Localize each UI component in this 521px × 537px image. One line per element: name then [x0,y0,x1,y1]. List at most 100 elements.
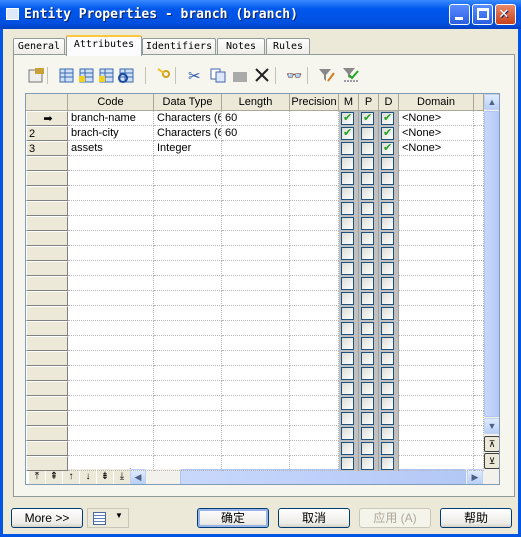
help-button[interactable]: 帮助 [440,508,512,528]
scroll-top-button[interactable]: ⊼ [484,436,499,452]
checkbox-m[interactable] [341,217,354,230]
cell-code[interactable]: brach-city [68,126,154,141]
row-indicator[interactable] [26,186,68,201]
checkbox-d[interactable] [381,457,394,470]
table-row[interactable] [26,201,484,216]
checkbox-m[interactable] [341,322,354,335]
table-row[interactable] [26,186,484,201]
table-row[interactable]: 3assetsInteger <None> [26,141,484,156]
cell-domain[interactable] [399,156,474,171]
table-row[interactable] [26,321,484,336]
cell-length[interactable] [222,141,290,156]
maximize-button[interactable] [472,4,493,25]
cell-precision[interactable] [290,291,339,306]
row-indicator[interactable]: 2 [26,126,68,141]
scroll-bottom-button[interactable]: ⊻ [484,453,499,469]
cell-data-type[interactable] [154,336,222,351]
cell-precision[interactable] [290,411,339,426]
cell-data-type[interactable] [154,261,222,276]
checkbox-p[interactable] [361,172,374,185]
cell-data-type[interactable] [154,156,222,171]
cell-domain[interactable] [399,216,474,231]
checkbox-d[interactable] [381,157,394,170]
checkbox-d[interactable] [381,307,394,320]
checkbox-p[interactable] [361,412,374,425]
insert-row-icon[interactable] [57,66,75,84]
checkbox-p[interactable] [361,111,374,125]
checkbox-d[interactable] [381,427,394,440]
checkbox-m[interactable] [341,352,354,365]
cell-precision[interactable] [290,111,339,126]
row-indicator[interactable] [26,171,68,186]
checkbox-p[interactable] [361,157,374,170]
checkbox-p[interactable] [361,187,374,200]
checkbox-m[interactable] [341,172,354,185]
cell-length[interactable] [222,426,290,441]
checkbox-d[interactable] [381,187,394,200]
cell-length[interactable] [222,276,290,291]
cell-code[interactable]: assets [68,141,154,156]
cell-code[interactable] [68,306,154,321]
find-icon[interactable]: 👓 [285,66,303,84]
checkbox-p[interactable] [361,217,374,230]
cell-precision[interactable] [290,126,339,141]
checkbox-p[interactable] [361,142,374,155]
column-header-length[interactable]: Length [222,94,290,111]
checkbox-d[interactable] [381,202,394,215]
cell-length[interactable]: 60 [222,126,290,141]
table-row[interactable] [26,276,484,291]
cell-precision[interactable] [290,261,339,276]
cell-domain[interactable] [399,381,474,396]
column-header-data-type[interactable]: Data Type [154,94,222,111]
checkbox-m[interactable] [341,337,354,350]
column-header-p[interactable]: P [359,94,379,111]
row-indicator[interactable] [26,426,68,441]
row-indicator[interactable] [26,336,68,351]
cell-length[interactable] [222,456,290,471]
cell-code[interactable] [68,321,154,336]
print-dropdown-button[interactable]: ▼ [87,508,129,528]
checkbox-d[interactable] [381,232,394,245]
more-button[interactable]: More >> [11,508,83,528]
table-row[interactable] [26,261,484,276]
delete-icon[interactable] [253,66,271,84]
cell-code[interactable] [68,396,154,411]
cell-domain[interactable] [399,441,474,456]
row-indicator[interactable]: ➡ [26,111,68,126]
checkbox-d[interactable] [381,442,394,455]
paste-icon[interactable] [231,66,249,84]
checkbox-p[interactable] [361,337,374,350]
table-row[interactable] [26,426,484,441]
cell-data-type[interactable] [154,186,222,201]
checkbox-d[interactable] [381,367,394,380]
checkbox-d[interactable] [381,382,394,395]
table-row[interactable]: ➡branch-nameCharacters (660 <None> [26,111,484,126]
checkbox-m[interactable] [341,427,354,440]
cell-domain[interactable] [399,351,474,366]
cell-domain[interactable]: <None> [399,141,474,156]
checkbox-d[interactable] [381,337,394,350]
cell-code[interactable] [68,291,154,306]
cell-length[interactable] [222,441,290,456]
checkbox-m[interactable] [341,247,354,260]
vertical-scroll-thumb[interactable] [484,111,499,417]
row-indicator[interactable] [26,216,68,231]
checkbox-d[interactable] [381,262,394,275]
table-row[interactable] [26,411,484,426]
cell-length[interactable] [222,411,290,426]
cell-domain[interactable] [399,336,474,351]
cell-domain[interactable] [399,261,474,276]
cell-data-type[interactable] [154,291,222,306]
checkbox-p[interactable] [361,382,374,395]
cell-code[interactable] [68,231,154,246]
cell-domain[interactable] [399,246,474,261]
cell-code[interactable] [68,411,154,426]
cell-length[interactable] [222,171,290,186]
checkbox-p[interactable] [361,127,374,140]
cell-length[interactable] [222,186,290,201]
row-indicator[interactable] [26,351,68,366]
cell-data-type[interactable] [154,426,222,441]
cell-length[interactable] [222,351,290,366]
cell-data-type[interactable]: Characters (6 [154,111,222,126]
table-row[interactable] [26,156,484,171]
